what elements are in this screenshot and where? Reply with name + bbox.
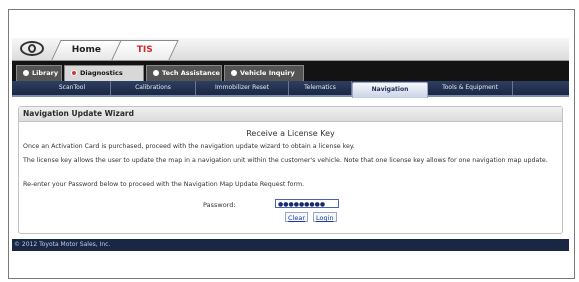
nav-item-calibrations[interactable]: Calibrations [111,81,196,95]
radio-icon [153,70,159,76]
tab-tech-assistance[interactable]: Tech Assistance [146,65,222,81]
secondary-tab-bar: Library Diagnostics Tech Assistance Vehi… [12,61,569,81]
nav-item-immobilizer-reset[interactable]: Immobilizer Reset [196,81,289,95]
tab-tis[interactable]: TIS [111,40,179,60]
wizard-panel-header: Navigation Update Wizard [19,107,562,122]
nav-item-immobilizer-reset-label: Immobilizer Reset [215,84,269,91]
tab-tis-label: TIS [136,45,153,55]
radio-icon [231,70,237,76]
nav-item-telematics-label: Telematics [304,84,336,91]
instruction-paragraph-2: The license key allows the user to updat… [23,157,548,164]
function-nav-bar: ScanTool Calibrations Immobilizer Reset … [12,81,569,99]
top-bar: Home TIS [12,38,569,61]
wizard-panel: Navigation Update Wizard Receive a Licen… [18,106,563,234]
tab-tech-assistance-label: Tech Assistance [162,69,220,77]
radio-selected-icon [71,70,77,76]
tab-home-label: Home [72,45,102,55]
tab-diagnostics[interactable]: Diagnostics [64,65,144,81]
clear-button[interactable]: Clear [285,212,308,222]
tab-library[interactable]: Library [16,65,62,81]
page-title: Receive a License Key [246,129,335,138]
radio-icon [23,70,29,76]
tab-vehicle-inquiry-label: Vehicle Inquiry [240,69,295,77]
instruction-paragraph-3: Re-enter your Password below to proceed … [23,181,305,188]
toyota-logo-icon[interactable] [20,41,44,56]
nav-item-scantool-label: ScanTool [58,84,86,91]
nav-item-navigation-label: Navigation [371,86,409,93]
instruction-paragraph-1: Once an Activation Card is purchased, pr… [23,143,355,150]
tab-diagnostics-label: Diagnostics [80,69,123,77]
footer-copyright: © 2012 Toyota Motor Sales, Inc. [12,239,569,251]
tab-vehicle-inquiry[interactable]: Vehicle Inquiry [224,65,304,81]
nav-item-tools-equipment[interactable]: Tools & Equipment [428,81,513,95]
nav-item-navigation[interactable]: Navigation [352,82,428,99]
password-field[interactable]: ●●●●●●●●● [275,199,339,208]
nav-item-scantool[interactable]: ScanTool [34,81,111,95]
tis-app: Home TIS Library Diagnostics Tech Assist… [12,38,569,252]
password-label: Password: [203,201,236,209]
main-content: Navigation Update Wizard Receive a Licen… [12,98,569,234]
nav-item-calibrations-label: Calibrations [135,84,171,91]
tab-library-label: Library [32,69,59,77]
nav-item-telematics[interactable]: Telematics [289,81,352,95]
nav-item-tools-equipment-label: Tools & Equipment [442,84,498,91]
login-button[interactable]: Login [313,212,337,222]
